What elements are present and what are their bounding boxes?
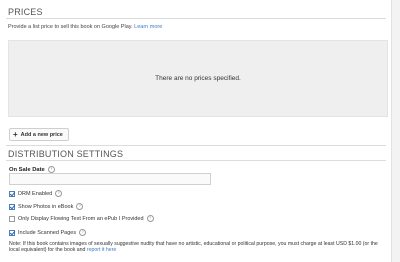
distribution-divider	[6, 160, 386, 161]
drm-enabled-checkbox[interactable]	[9, 190, 15, 197]
scanned-pages-checkbox[interactable]	[9, 229, 15, 236]
on-sale-date-label: On Sale Date ?	[9, 166, 55, 173]
report-link[interactable]: report it here	[87, 247, 116, 253]
add-price-button[interactable]: + Add a new price	[9, 128, 69, 141]
nudity-pricing-note: Note: If this book contains images of se…	[9, 241, 389, 254]
note-text: Note: If this book contains images of se…	[9, 241, 378, 254]
flowing-text-checkbox[interactable]	[9, 215, 15, 222]
on-sale-date-text: On Sale Date	[9, 166, 45, 173]
show-photos-label: Show Photos in eBook	[18, 203, 74, 210]
prices-help-label: Provide a list price to sell this book o…	[8, 24, 133, 30]
help-icon[interactable]: ?	[146, 215, 154, 222]
learn-more-link[interactable]: Learn more	[134, 24, 162, 30]
vertical-scrollbar[interactable]	[391, 0, 400, 262]
no-prices-message: There are no prices specified.	[155, 75, 241, 82]
on-sale-date-input[interactable]	[9, 173, 211, 185]
distribution-section-title: DISTRIBUTION SETTINGS	[8, 149, 124, 159]
help-icon[interactable]: ?	[55, 190, 63, 197]
scanned-pages-option[interactable]: Include Scanned Pages ?	[9, 229, 87, 236]
prices-section-title: PRICES	[8, 7, 43, 17]
prices-help-text: Provide a list price to sell this book o…	[8, 24, 162, 30]
add-price-label: Add a new price	[20, 131, 63, 138]
help-icon[interactable]: ?	[79, 229, 87, 236]
plus-icon: +	[13, 129, 18, 139]
scanned-pages-label: Include Scanned Pages	[18, 229, 77, 236]
help-icon[interactable]: ?	[47, 166, 55, 173]
flowing-text-option[interactable]: Only Display Flowing Text From an ePub I…	[9, 215, 154, 222]
flowing-text-label: Only Display Flowing Text From an ePub I…	[18, 215, 144, 222]
drm-enabled-label: DRM Enabled	[18, 190, 53, 197]
show-photos-option[interactable]: Show Photos in eBook ?	[9, 203, 84, 210]
price-list-empty: There are no prices specified.	[8, 40, 388, 117]
prices-divider	[6, 18, 386, 19]
drm-enabled-option[interactable]: DRM Enabled ?	[9, 190, 63, 197]
help-icon[interactable]: ?	[76, 203, 84, 210]
show-photos-checkbox[interactable]	[9, 203, 15, 210]
book-settings-panel: PRICES Provide a list price to sell this…	[0, 0, 399, 262]
distribution-top-divider	[6, 145, 386, 146]
